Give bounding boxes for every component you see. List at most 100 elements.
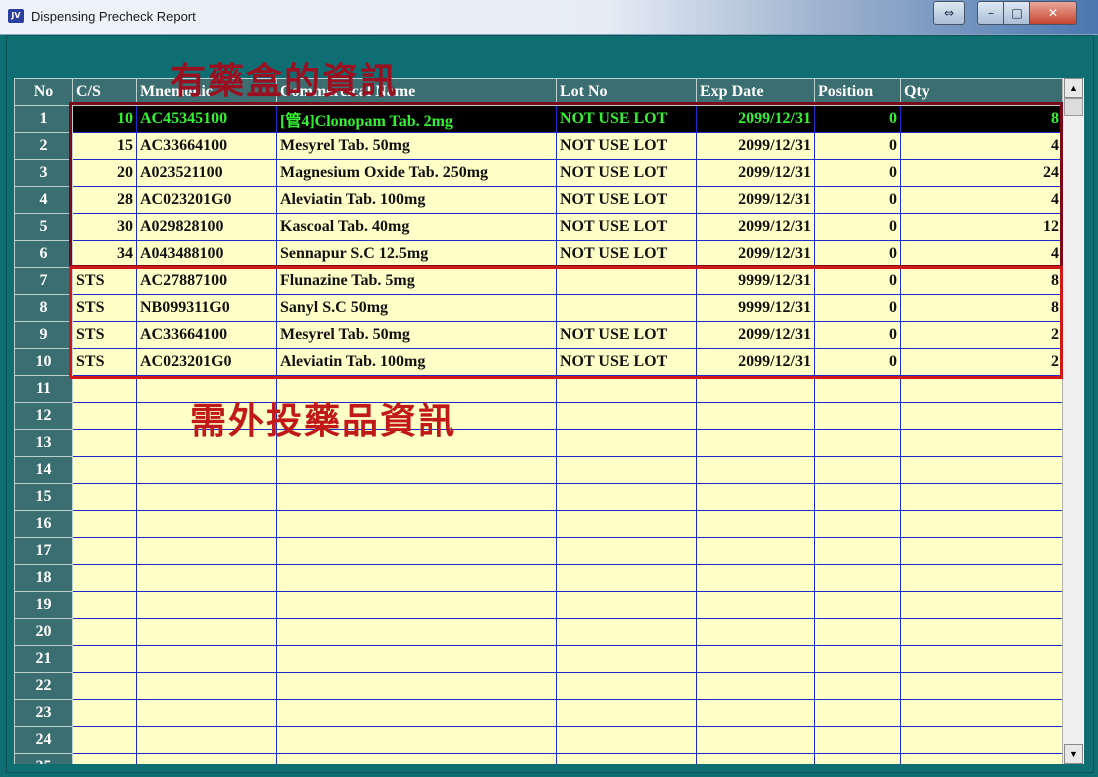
table-row[interactable]: 17 bbox=[14, 537, 1063, 565]
position-cell: 0 bbox=[814, 348, 901, 376]
mnemonic-cell bbox=[136, 699, 277, 727]
lot-no-cell bbox=[556, 375, 697, 403]
table-row[interactable]: 19 bbox=[14, 591, 1063, 619]
commercial-name-cell bbox=[276, 591, 557, 619]
row-number[interactable]: 21 bbox=[14, 645, 73, 673]
cs-cell bbox=[72, 456, 137, 484]
title-bar[interactable]: JV Dispensing Precheck Report ⇔ – □ ✕ bbox=[0, 0, 1098, 35]
table-row[interactable]: 21 bbox=[14, 645, 1063, 673]
row-number[interactable]: 5 bbox=[14, 213, 73, 241]
table-row[interactable]: 16 bbox=[14, 510, 1063, 538]
col-header-no[interactable]: No bbox=[14, 78, 73, 106]
row-number[interactable]: 15 bbox=[14, 483, 73, 511]
position-cell bbox=[814, 591, 901, 619]
qty-cell: 12 bbox=[900, 213, 1063, 241]
mnemonic-cell: A029828100 bbox=[136, 213, 277, 241]
minimize-button[interactable]: – bbox=[977, 1, 1005, 25]
commercial-name-cell: Mesyrel Tab. 50mg bbox=[276, 321, 557, 349]
table-row[interactable]: 1 10 AC45345100 [管4]Clonopam Tab. 2mg NOT US… bbox=[14, 105, 1063, 133]
maximize-button[interactable]: □ bbox=[1003, 1, 1031, 25]
vertical-scrollbar[interactable]: ▲ ▼ bbox=[1062, 78, 1083, 764]
close-button[interactable]: ✕ bbox=[1029, 1, 1077, 25]
cs-cell bbox=[72, 429, 137, 457]
qty-cell bbox=[900, 483, 1063, 511]
row-number[interactable]: 20 bbox=[14, 618, 73, 646]
qty-cell bbox=[900, 618, 1063, 646]
table-row[interactable]: 3 20 A023521100 Magnesium Oxide Tab. 250mg N… bbox=[14, 159, 1063, 187]
exp-date-cell: 2099/12/31 bbox=[696, 132, 815, 160]
table-row[interactable]: 5 30 A029828100 Kascoal Tab. 40mg NOT USE LO… bbox=[14, 213, 1063, 241]
table-row[interactable]: 12 bbox=[14, 402, 1063, 430]
table-row[interactable]: 23 bbox=[14, 699, 1063, 727]
exp-date-cell bbox=[696, 726, 815, 754]
table-row[interactable]: 10 STS AC023201G0 Aleviatin Tab. 100mg NOT U… bbox=[14, 348, 1063, 376]
lot-no-cell: NOT USE LOT bbox=[556, 159, 697, 187]
commercial-name-cell: Kascoal Tab. 40mg bbox=[276, 213, 557, 241]
lot-no-cell: NOT USE LOT bbox=[556, 186, 697, 214]
table-row[interactable]: 8 STS NB099311G0 Sanyl S.C 50mg 9999/12/31 0 8 bbox=[14, 294, 1063, 322]
row-number[interactable]: 23 bbox=[14, 699, 73, 727]
table-row[interactable]: 6 34 A043488100 Sennapur S.C 12.5mg NOT USE … bbox=[14, 240, 1063, 268]
report-grid[interactable]: No C/S Mnemonic Commercical Name Lot No … bbox=[14, 78, 1084, 764]
row-number[interactable]: 4 bbox=[14, 186, 73, 214]
table-row[interactable]: 25 bbox=[14, 753, 1063, 764]
col-header-cs[interactable]: C/S bbox=[72, 78, 137, 106]
row-number[interactable]: 16 bbox=[14, 510, 73, 538]
scroll-thumb[interactable] bbox=[1064, 98, 1083, 116]
row-number[interactable]: 18 bbox=[14, 564, 73, 592]
table-row[interactable]: 14 bbox=[14, 456, 1063, 484]
table-row[interactable]: 4 28 AC023201G0 Aleviatin Tab. 100mg NOT USE… bbox=[14, 186, 1063, 214]
table-row[interactable]: 11 bbox=[14, 375, 1063, 403]
table-row[interactable]: 18 bbox=[14, 564, 1063, 592]
position-cell bbox=[814, 456, 901, 484]
qty-cell bbox=[900, 672, 1063, 700]
table-row[interactable]: 9 STS AC33664100 Mesyrel Tab. 50mg NOT USE L… bbox=[14, 321, 1063, 349]
qty-cell: 8 bbox=[900, 105, 1063, 133]
table-row[interactable]: 22 bbox=[14, 672, 1063, 700]
row-number[interactable]: 6 bbox=[14, 240, 73, 268]
row-number[interactable]: 10 bbox=[14, 348, 73, 376]
row-number[interactable]: 3 bbox=[14, 159, 73, 187]
commercial-name-cell bbox=[276, 726, 557, 754]
position-cell bbox=[814, 645, 901, 673]
cs-cell bbox=[72, 699, 137, 727]
exp-date-cell bbox=[696, 753, 815, 764]
table-row[interactable]: 24 bbox=[14, 726, 1063, 754]
cs-cell bbox=[72, 537, 137, 565]
commercial-name-cell bbox=[276, 537, 557, 565]
row-number[interactable]: 9 bbox=[14, 321, 73, 349]
qty-cell bbox=[900, 375, 1063, 403]
col-header-position[interactable]: Position bbox=[814, 78, 901, 106]
row-number[interactable]: 12 bbox=[14, 402, 73, 430]
scroll-up-arrow-icon[interactable]: ▲ bbox=[1064, 78, 1083, 98]
lot-no-cell: NOT USE LOT bbox=[556, 321, 697, 349]
lot-no-cell bbox=[556, 699, 697, 727]
row-number[interactable]: 24 bbox=[14, 726, 73, 754]
row-number[interactable]: 19 bbox=[14, 591, 73, 619]
row-number[interactable]: 17 bbox=[14, 537, 73, 565]
row-number[interactable]: 2 bbox=[14, 132, 73, 160]
table-row[interactable]: 7 STS AC27887100 Flunazine Tab. 5mg 9999/12/… bbox=[14, 267, 1063, 295]
col-header-exp-date[interactable]: Exp Date bbox=[696, 78, 815, 106]
row-number[interactable]: 1 bbox=[14, 105, 73, 133]
table-row[interactable]: 2 15 AC33664100 Mesyrel Tab. 50mg NOT USE LO… bbox=[14, 132, 1063, 160]
table-row[interactable]: 20 bbox=[14, 618, 1063, 646]
row-number[interactable]: 7 bbox=[14, 267, 73, 295]
row-number[interactable]: 22 bbox=[14, 672, 73, 700]
exp-date-cell bbox=[696, 483, 815, 511]
row-number[interactable]: 13 bbox=[14, 429, 73, 457]
table-row[interactable]: 13 bbox=[14, 429, 1063, 457]
row-number[interactable]: 14 bbox=[14, 456, 73, 484]
qty-cell bbox=[900, 510, 1063, 538]
lot-no-cell bbox=[556, 726, 697, 754]
row-number[interactable]: 11 bbox=[14, 375, 73, 403]
scroll-down-arrow-icon[interactable]: ▼ bbox=[1064, 744, 1083, 764]
qty-cell bbox=[900, 456, 1063, 484]
restore-size-button[interactable]: ⇔ bbox=[933, 1, 965, 25]
col-header-lot-no[interactable]: Lot No bbox=[556, 78, 697, 106]
exp-date-cell: 2099/12/31 bbox=[696, 105, 815, 133]
row-number[interactable]: 25 bbox=[14, 753, 73, 764]
table-row[interactable]: 15 bbox=[14, 483, 1063, 511]
row-number[interactable]: 8 bbox=[14, 294, 73, 322]
col-header-qty[interactable]: Qty bbox=[900, 78, 1063, 106]
